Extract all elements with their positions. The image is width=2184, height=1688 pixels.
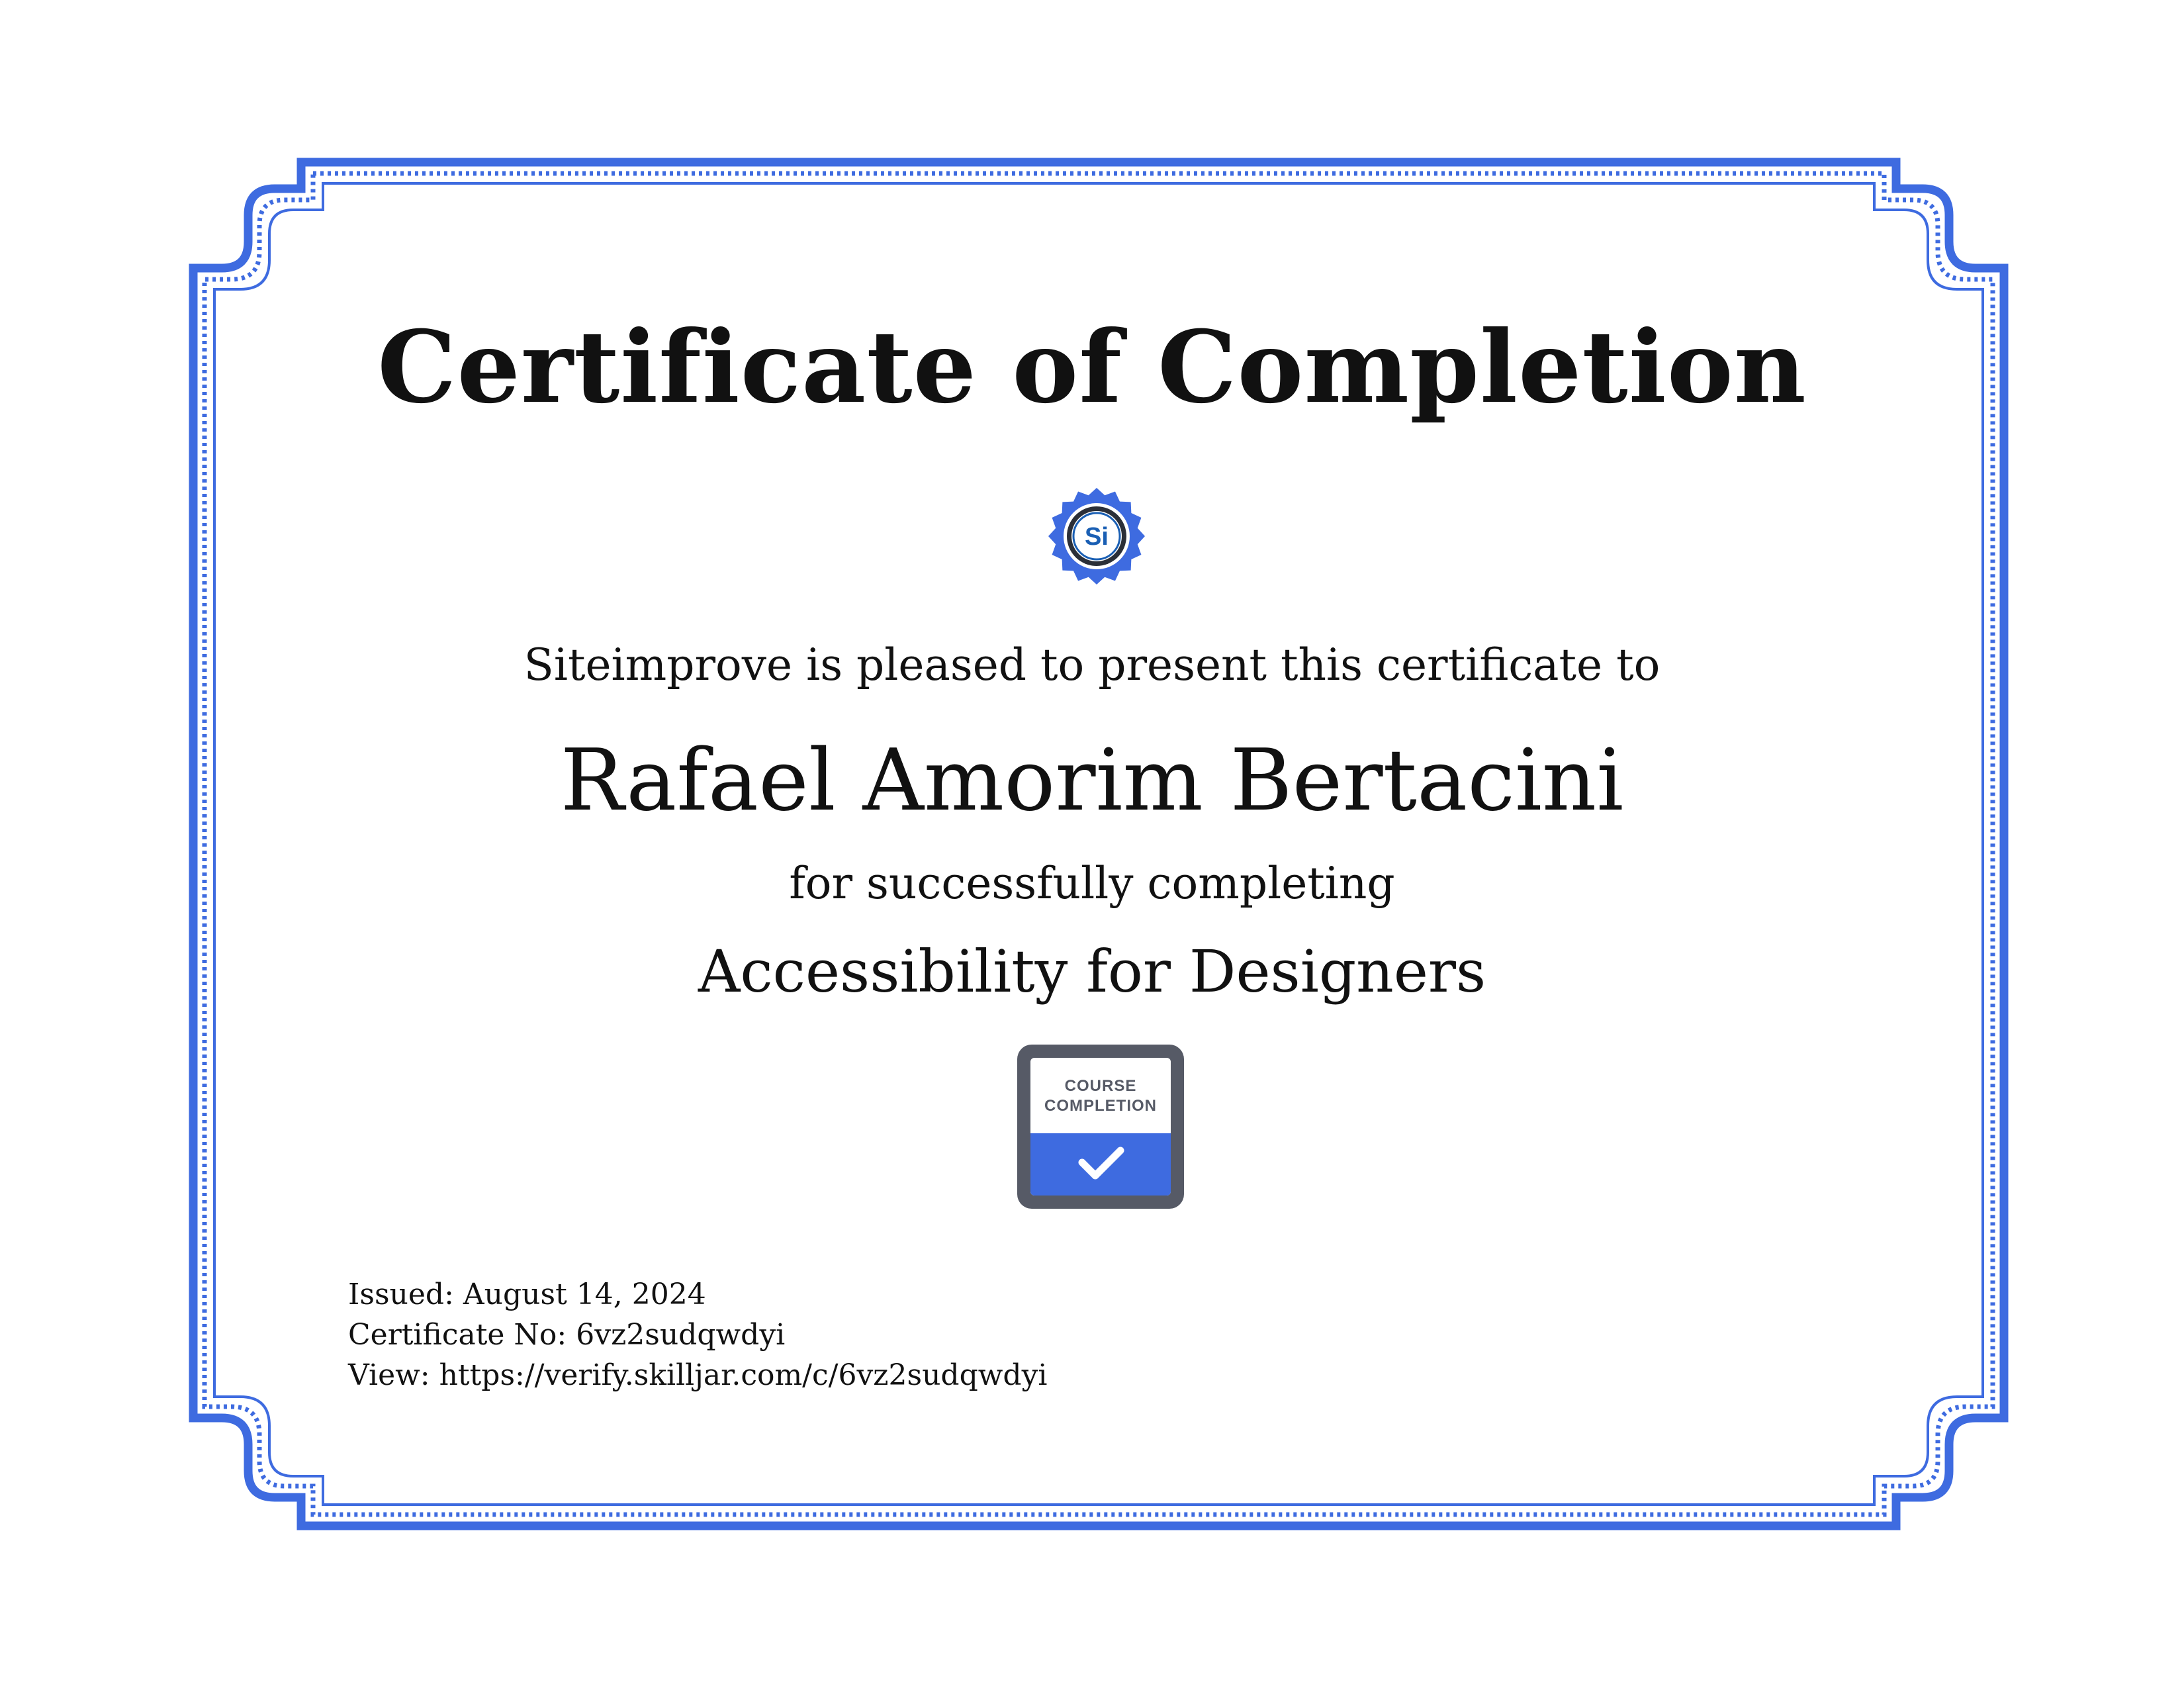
certificate-title: Certificate of Completion — [377, 309, 1807, 426]
badge-check-band — [1030, 1133, 1171, 1196]
decorative-border — [189, 158, 2009, 1530]
certificate-page: Certificate of Completion Si Siteimprove… — [0, 0, 2184, 1688]
certificate-number: Certificate No: 6vz2sudqwdyi — [348, 1318, 786, 1352]
issued-date: Issued: August 14, 2024 — [348, 1278, 706, 1311]
presented-line: Siteimprove is pleased to present this c… — [523, 639, 1661, 690]
verify-link[interactable]: View: https://verify.skilljar.com/c/6vz2… — [348, 1355, 1048, 1395]
siteimprove-seal-icon: Si — [1048, 488, 1145, 585]
course-completion-badge: COURSE COMPLETION — [1017, 1045, 1184, 1209]
completing-line: for successfully completing — [789, 858, 1395, 909]
seal-text: Si — [1085, 523, 1109, 551]
badge-label: COURSE COMPLETION — [1030, 1076, 1171, 1116]
badge-label-line1: COURSE — [1064, 1077, 1137, 1095]
badge-inner: COURSE COMPLETION — [1030, 1058, 1171, 1196]
checkmark-icon — [1078, 1147, 1124, 1180]
badge-label-line2: COMPLETION — [1044, 1097, 1157, 1115]
course-name: Accessibility for Designers — [698, 937, 1486, 1006]
certificate-meta: Issued: August 14, 2024 Certificate No: … — [348, 1274, 1048, 1395]
recipient-name: Rafael Amorim Bertacini — [560, 731, 1624, 830]
